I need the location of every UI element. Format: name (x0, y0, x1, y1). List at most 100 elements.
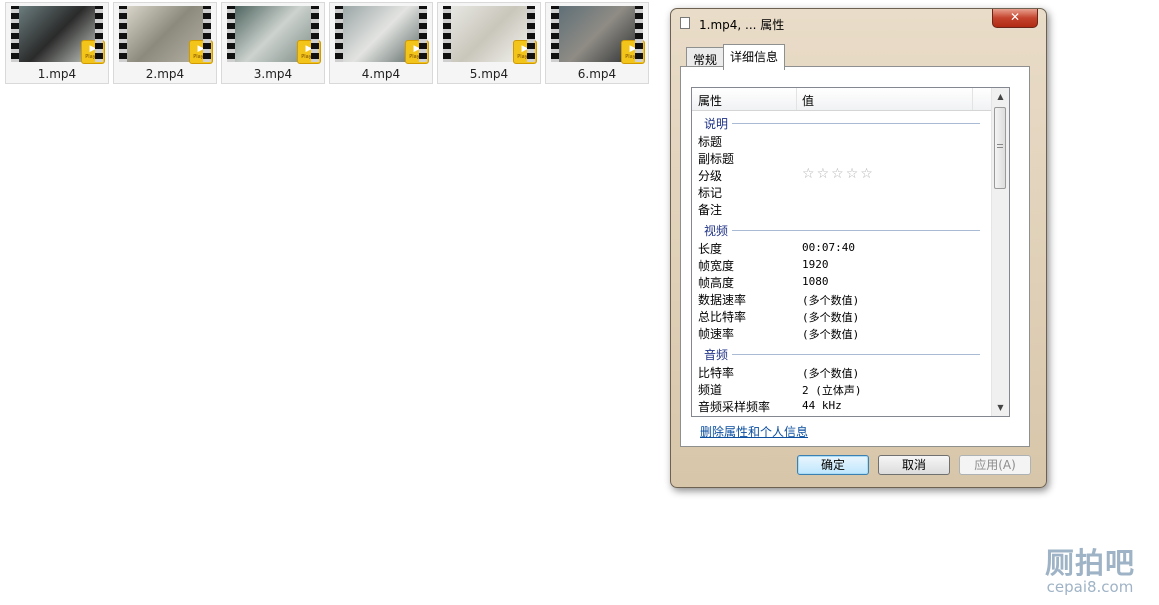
property-name: 总比特率 (698, 310, 747, 324)
property-name: 比特率 (698, 366, 735, 380)
video-file-item[interactable]: ▶ Player 6.mp4 (545, 2, 649, 84)
site-watermark: 厕拍吧 cepai8.com (1045, 547, 1135, 595)
dialog-title: 1.mp4, ... 属性 (699, 18, 785, 32)
section-header: 说明 (692, 110, 992, 132)
video-thumbnail: ▶ Player (11, 6, 105, 64)
section-divider (732, 123, 980, 124)
close-icon: ✕ (1009, 10, 1021, 24)
property-value: 2 (立体声) (802, 384, 862, 397)
property-row[interactable]: 音频采样频率 44 kHz (692, 397, 992, 414)
remove-properties-link[interactable]: 删除属性和个人信息 (700, 423, 808, 440)
file-name: 5.mp4 (469, 67, 509, 81)
property-row[interactable]: 总比特率 (多个数值) (692, 307, 992, 324)
section-header: 音频 (692, 341, 992, 363)
video-thumbnail: ▶ Player (551, 6, 645, 64)
column-header-property[interactable]: 属性 (698, 92, 722, 109)
property-name: 帧高度 (698, 276, 735, 290)
section-divider (732, 230, 980, 231)
property-row[interactable]: 备注 (692, 200, 992, 217)
property-value: (多个数值) (802, 311, 860, 324)
section-divider (732, 354, 980, 355)
scroll-down-icon[interactable]: ▼ (992, 399, 1009, 416)
watermark-chinese: 厕拍吧 (1044, 546, 1135, 580)
file-name: 2.mp4 (145, 67, 185, 81)
property-name: 副标题 (698, 152, 735, 166)
property-name: 帧速率 (698, 327, 735, 341)
file-thumbnail-list: ▶ Player 1.mp4 ▶ Player 2.mp4 ▶ Player 3.mp4 ▶ Pla… (5, 2, 649, 84)
scroll-thumb[interactable] (994, 107, 1006, 189)
list-header: 属性 值 (692, 88, 992, 111)
watermark-domain: cepai8.com (1046, 578, 1134, 596)
star-icon[interactable]: ☆ (860, 166, 873, 182)
column-divider[interactable] (796, 88, 797, 110)
property-row[interactable]: 频道 2 (立体声) (692, 380, 992, 397)
file-name: 6.mp4 (577, 67, 617, 81)
section-title: 说明 (704, 117, 729, 131)
property-name: 数据速率 (698, 293, 747, 307)
section-title: 视频 (704, 224, 729, 238)
properties-dialog: 1.mp4, ... 属性 ✕ 常规 详细信息 属性 值 说明 标题 副标题 分级 ☆ ☆… (670, 8, 1047, 488)
video-thumbnail: ▶ Player (119, 6, 213, 64)
star-icon[interactable]: ☆ (846, 166, 859, 182)
property-row[interactable]: 副标题 (692, 149, 992, 166)
property-row[interactable]: 数据速率 (多个数值) (692, 290, 992, 307)
property-row[interactable]: 分级 ☆ ☆ ☆ ☆ ☆ (692, 166, 992, 183)
video-file-item[interactable]: ▶ Player 3.mp4 (221, 2, 325, 84)
section-header: 视频 (692, 217, 992, 239)
file-name: 1.mp4 (37, 67, 77, 81)
property-row[interactable]: 标记 (692, 183, 992, 200)
file-icon (680, 17, 690, 29)
property-row[interactable]: 帧高度 1080 (692, 273, 992, 290)
apply-button[interactable]: 应用(A) (959, 455, 1031, 475)
player-badge-icon: ▶ Player (621, 40, 645, 64)
video-file-item[interactable]: ▶ Player 1.mp4 (5, 2, 109, 84)
property-value: (多个数值) (802, 328, 860, 341)
column-divider[interactable] (972, 88, 973, 110)
rating-stars[interactable]: ☆ ☆ ☆ ☆ ☆ (802, 166, 873, 182)
video-file-item[interactable]: ▶ Player 5.mp4 (437, 2, 541, 84)
property-row[interactable]: 帧宽度 1920 (692, 256, 992, 273)
cancel-button[interactable]: 取消 (878, 455, 950, 475)
file-name: 4.mp4 (361, 67, 401, 81)
video-file-item[interactable]: ▶ Player 2.mp4 (113, 2, 217, 84)
star-icon[interactable]: ☆ (831, 166, 844, 182)
column-header-value[interactable]: 值 (802, 92, 814, 109)
property-value: (多个数值) (802, 367, 860, 380)
property-name: 音频采样频率 (698, 400, 771, 414)
video-thumbnail: ▶ Player (443, 6, 537, 64)
property-name: 帧宽度 (698, 259, 735, 273)
property-name: 频道 (698, 383, 723, 397)
property-row[interactable]: 比特率 (多个数值) (692, 363, 992, 380)
star-icon[interactable]: ☆ (817, 166, 830, 182)
property-value: 00:07:40 (802, 241, 855, 254)
video-thumbnail: ▶ Player (335, 6, 429, 64)
video-file-item[interactable]: ▶ Player 4.mp4 (329, 2, 433, 84)
vertical-scrollbar[interactable]: ▲ ▼ (991, 88, 1009, 416)
property-name: 长度 (698, 242, 723, 256)
property-name: 分级 (698, 169, 723, 183)
tab-details[interactable]: 详细信息 (723, 44, 786, 70)
property-row[interactable]: 帧速率 (多个数值) (692, 324, 992, 341)
property-rows: 说明 标题 副标题 分级 ☆ ☆ ☆ ☆ ☆ 标记 备注 视频 长度 00:07:40 帧宽度 1920 帧高度… (692, 110, 992, 416)
property-list[interactable]: 属性 值 说明 标题 副标题 分级 ☆ ☆ ☆ ☆ ☆ 标记 备注 视频 长度 00:07:40 帧宽度 19… (691, 87, 1010, 417)
star-icon[interactable]: ☆ (802, 166, 815, 182)
property-name: 备注 (698, 203, 723, 217)
property-row[interactable]: 标题 (692, 132, 992, 149)
grip-icon (997, 144, 1003, 150)
player-badge-icon: ▶ Player (297, 40, 321, 64)
details-panel: 属性 值 说明 标题 副标题 分级 ☆ ☆ ☆ ☆ ☆ 标记 备注 视频 长度 00:07:40 帧宽度 19… (680, 66, 1030, 447)
property-value: (多个数值) (802, 294, 860, 307)
property-row[interactable]: 长度 00:07:40 (692, 239, 992, 256)
close-button[interactable]: ✕ (992, 9, 1038, 28)
property-value: 1080 (802, 275, 829, 288)
file-name: 3.mp4 (253, 67, 293, 81)
player-badge-icon: ▶ Player (189, 40, 213, 64)
scroll-up-icon[interactable]: ▲ (992, 88, 1009, 105)
property-name: 标记 (698, 186, 723, 200)
property-value: 1920 (802, 258, 829, 271)
ok-button[interactable]: 确定 (797, 455, 869, 475)
dialog-titlebar[interactable]: 1.mp4, ... 属性 ✕ (671, 9, 1046, 37)
property-name: 标题 (698, 135, 723, 149)
player-badge-icon: ▶ Player (513, 40, 537, 64)
player-badge-icon: ▶ Player (405, 40, 429, 64)
